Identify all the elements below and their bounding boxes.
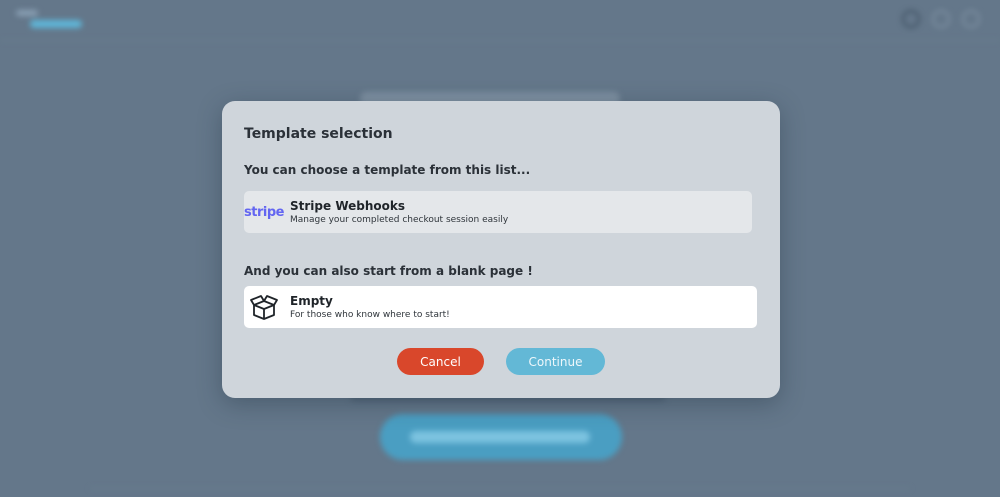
template-description: Manage your completed checkout session e… <box>290 214 509 225</box>
footer-divider <box>90 488 910 489</box>
template-card-stripe-webhooks[interactable]: stripe Stripe Webhooks Manage your compl… <box>244 191 752 233</box>
app-logo <box>16 10 84 32</box>
help-icon <box>932 10 950 28</box>
modal-title: Template selection <box>244 126 393 142</box>
template-selection-modal: Template selection You can choose a temp… <box>222 101 780 398</box>
stripe-logo-text: stripe <box>244 204 284 220</box>
continue-button[interactable]: Continue <box>506 348 605 375</box>
template-card-empty[interactable]: Empty For those who know where to start! <box>244 286 757 328</box>
open-box-icon <box>244 286 284 328</box>
header-icons <box>902 10 980 28</box>
blank-title: Empty <box>290 293 333 308</box>
globe-icon <box>902 10 920 28</box>
header-divider <box>0 40 1000 41</box>
templates-label: You can choose a template from this list… <box>244 163 531 177</box>
stripe-logo-icon: stripe <box>244 191 284 233</box>
cancel-button[interactable]: Cancel <box>397 348 484 375</box>
background-create-button <box>380 414 622 460</box>
blank-description: For those who know where to start! <box>290 309 450 320</box>
blank-label: And you can also start from a blank page… <box>244 264 533 278</box>
user-icon <box>962 10 980 28</box>
template-title: Stripe Webhooks <box>290 198 406 213</box>
